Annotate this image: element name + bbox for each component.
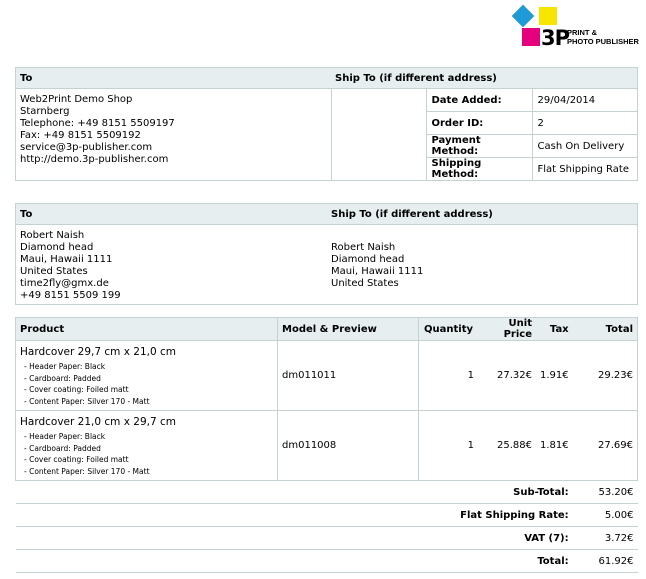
subtotal-label: Sub-Total:	[15, 480, 573, 504]
product-total: 27.69€	[572, 410, 638, 481]
subtotal-value: 53.20€	[572, 480, 638, 504]
col-quantity: Quantity	[418, 317, 478, 341]
col-product: Product	[15, 317, 278, 341]
product-name: Hardcover 29,7 cm x 21,0 cm	[20, 346, 176, 358]
product-unit-price: 25.88€	[478, 410, 536, 481]
to-header: To	[15, 203, 327, 225]
billing-address: Robert Naish Diamond head Maui, Hawaii 1…	[15, 224, 327, 305]
ship-to-header: Ship To (if different address)	[327, 203, 638, 225]
address-table: To Ship To (if different address) Robert…	[15, 203, 638, 305]
product-model: dm011008	[277, 410, 419, 481]
order-info-table: To Ship To (if different address) Web2Pr…	[15, 67, 638, 181]
logo-text: PRINT & PHOTO PUBLISHER	[567, 28, 639, 46]
col-tax: Tax	[536, 317, 573, 341]
ship-to-header: Ship To (if different address)	[331, 67, 638, 89]
product-tax: 1.81€	[536, 410, 573, 481]
vat-label: VAT (7):	[15, 526, 573, 550]
product-name: Hardcover 21,0 cm x 29,7 cm	[20, 416, 176, 428]
detail-row: Payment Method: Cash On Delivery	[426, 134, 637, 158]
shipping-address: Robert Naish Diamond head Maui, Hawaii 1…	[327, 224, 638, 305]
product-quantity: 1	[418, 340, 478, 411]
vat-row: VAT (7): 3.72€	[15, 526, 638, 550]
product-options: - Header Paper: Black - Cardboard: Padde…	[24, 362, 150, 406]
logo-yellow-square	[539, 7, 557, 25]
vat-value: 3.72€	[572, 526, 638, 550]
products-table: Product Model & Preview Quantity Unit Pr…	[15, 317, 638, 573]
product-tax: 1.91€	[536, 340, 573, 411]
col-model: Model & Preview	[277, 317, 419, 341]
shipping-value: 5.00€	[572, 503, 638, 527]
detail-row: Date Added: 29/04/2014	[426, 89, 637, 112]
product-cell: Hardcover 21,0 cm x 29,7 cm - Header Pap…	[15, 410, 278, 481]
product-quantity: 1	[418, 410, 478, 481]
product-total: 29.23€	[572, 340, 638, 411]
store-address: Web2Print Demo Shop Starnberg Telephone:…	[15, 88, 331, 181]
total-row: Total: 61.92€	[15, 549, 638, 573]
detail-row: Shipping Method: Flat Shipping Rate	[427, 157, 637, 180]
product-unit-price: 27.32€	[478, 340, 536, 411]
shipping-row: Flat Shipping Rate: 5.00€	[15, 503, 638, 527]
detail-row: Order ID: 2	[426, 111, 637, 135]
logo-magenta-square	[522, 28, 540, 46]
total-label: Total:	[15, 549, 573, 573]
col-unit-price: Unit Price	[478, 317, 536, 341]
order-details: Date Added: 29/04/2014 Order ID: 2 Payment…	[425, 88, 638, 181]
ship-to-blank	[330, 88, 426, 181]
shipping-label: Flat Shipping Rate:	[15, 503, 573, 527]
logo-mark: 3P	[541, 26, 570, 50]
product-cell: Hardcover 29,7 cm x 21,0 cm - Header Pap…	[15, 340, 278, 411]
product-model: dm011011	[277, 340, 419, 411]
total-value: 61.92€	[572, 549, 638, 573]
logo-blue-square	[511, 4, 535, 28]
col-total: Total	[572, 317, 638, 341]
product-options: - Header Paper: Black - Cardboard: Padde…	[24, 432, 150, 476]
to-header: To	[15, 67, 331, 89]
product-row: Hardcover 21,0 cm x 29,7 cm - Header Pap…	[15, 410, 638, 481]
company-logo: 3P PRINT & PHOTO PUBLISHER	[511, 2, 640, 50]
subtotal-row: Sub-Total: 53.20€	[15, 480, 638, 504]
product-row: Hardcover 29,7 cm x 21,0 cm - Header Pap…	[15, 340, 638, 411]
